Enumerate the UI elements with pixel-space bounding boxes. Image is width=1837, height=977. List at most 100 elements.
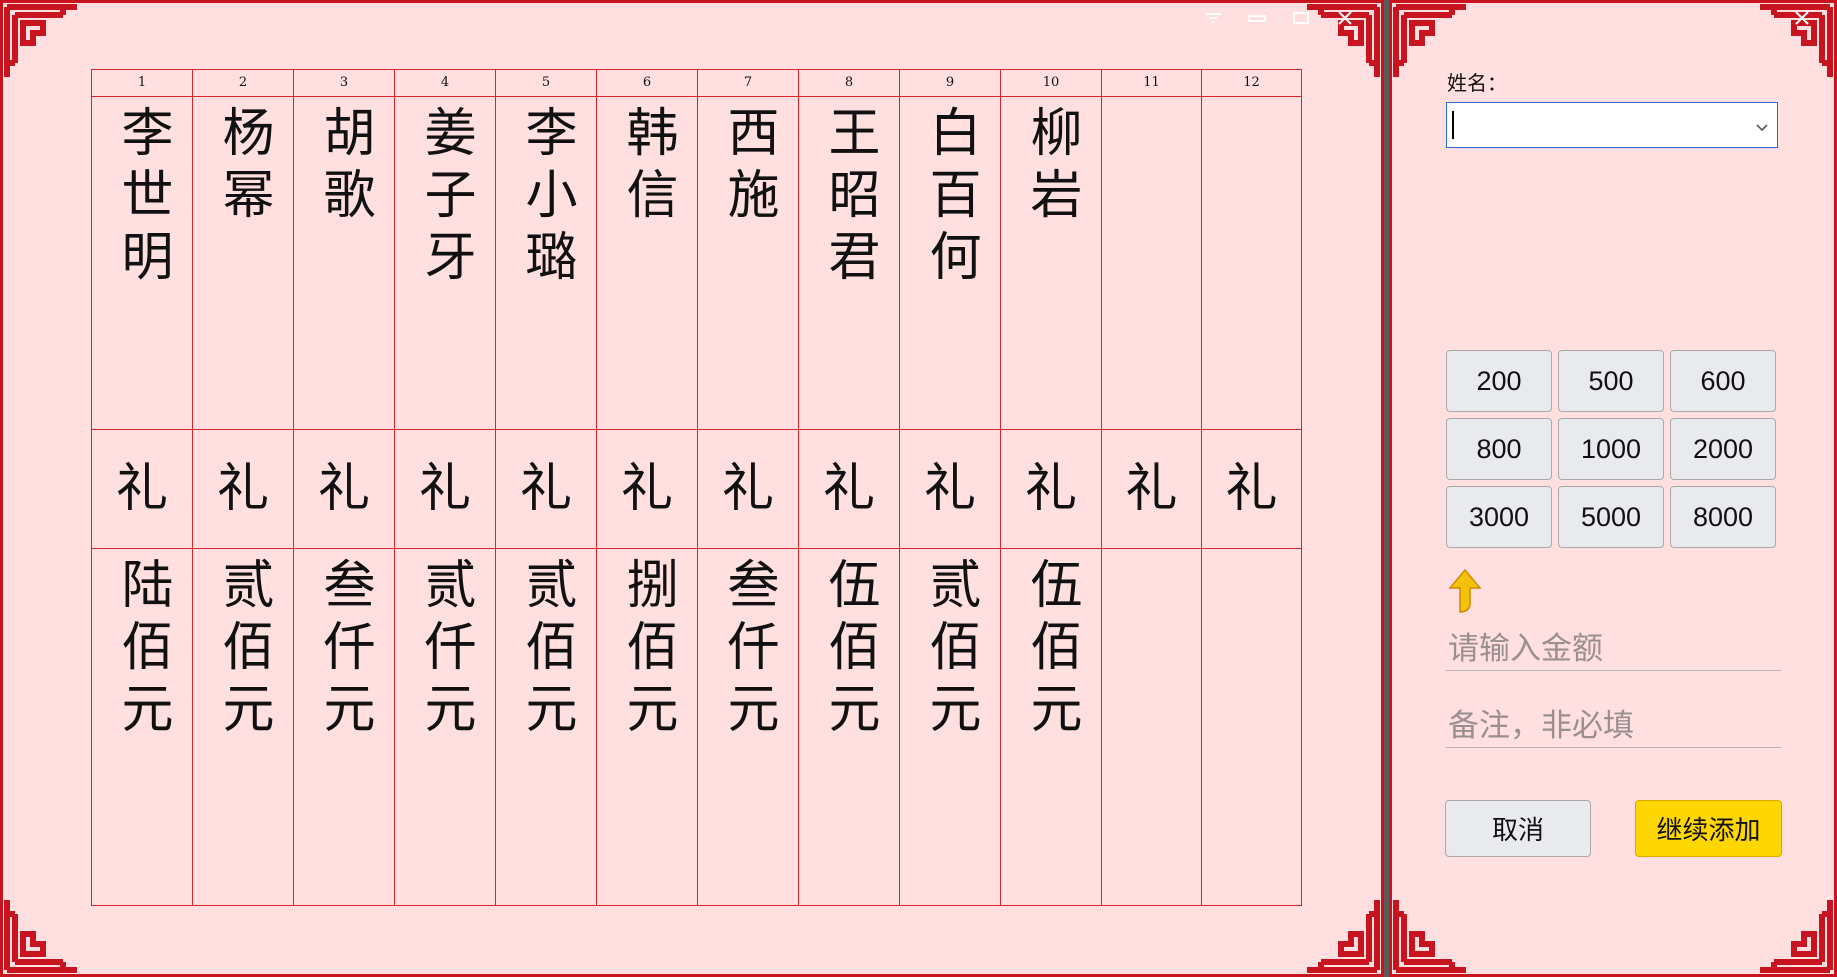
amount-cell: 贰佰元 <box>495 548 597 906</box>
amount-cell: 伍佰元 <box>798 548 900 906</box>
guest-name: 韩信 <box>617 105 677 229</box>
window-controls <box>1191 5 1367 31</box>
gift-amount-text: 贰仟元 <box>415 557 475 743</box>
name-cell <box>1201 96 1302 430</box>
gift-amount-text: 叁仟元 <box>314 557 374 743</box>
guest-name: 王昭君 <box>819 105 879 291</box>
gift-row: 礼礼礼礼礼礼礼礼礼礼礼礼 <box>91 429 1302 549</box>
guest-name: 姜子牙 <box>415 105 475 291</box>
amount-row: 陆佰元 贰佰元 叁仟元 贰仟元 贰佰元 捌佰元 叁仟元 伍佰元 贰佰元 伍佰元 <box>91 548 1302 906</box>
name-label: 姓名： <box>1447 71 1507 95</box>
gift-cell: 礼 <box>1000 429 1102 549</box>
gift-amount-text: 叁仟元 <box>718 557 778 743</box>
gift-cell: 礼 <box>697 429 799 549</box>
amount-cell: 贰仟元 <box>394 548 496 906</box>
name-cell: 李小璐 <box>495 96 597 430</box>
quick-amount-button[interactable]: 600 <box>1670 350 1776 412</box>
ledger-window: 1 2 3 4 5 6 7 8 9 10 11 12 李世明 杨幂 胡歌 姜子牙 李小璐 韩信 西施 王昭君 白百何柳… <box>0 0 1384 977</box>
close-icon[interactable] <box>1780 5 1824 31</box>
corner-ornament-icon <box>1754 894 1834 974</box>
gift-amount-text: 捌佰元 <box>617 557 677 743</box>
pin-icon[interactable] <box>1191 5 1235 31</box>
entry-panel-window: 姓名： 20050060080010002000300050008000 取消 … <box>1389 0 1837 977</box>
gift-cell: 礼 <box>495 429 597 549</box>
name-cell <box>1101 96 1202 430</box>
column-number-cell: 8 <box>798 69 900 97</box>
gift-cell: 礼 <box>798 429 900 549</box>
quick-amount-button[interactable]: 2000 <box>1670 418 1776 480</box>
amount-cell: 陆佰元 <box>91 548 193 906</box>
amount-cell: 贰佰元 <box>899 548 1001 906</box>
column-number-cell: 11 <box>1101 69 1202 97</box>
corner-ornament-icon <box>1392 894 1472 974</box>
guest-name: 柳岩 <box>1021 105 1081 229</box>
gift-ledger-table: 1 2 3 4 5 6 7 8 9 10 11 12 李世明 杨幂 胡歌 姜子牙 李小璐 韩信 西施 王昭君 白百何柳… <box>91 69 1302 906</box>
gift-cell: 礼 <box>899 429 1001 549</box>
gift-cell: 礼 <box>1101 429 1202 549</box>
column-number-cell: 2 <box>192 69 294 97</box>
amount-cell: 捌佰元 <box>596 548 698 906</box>
quick-amount-button[interactable]: 200 <box>1446 350 1552 412</box>
name-cell: 韩信 <box>596 96 698 430</box>
gift-cell: 礼 <box>293 429 395 549</box>
quick-amount-grid: 200 500 600 800 1000 2000 3000 5000 8000 <box>1446 350 1779 548</box>
name-row: 李世明 杨幂 胡歌 姜子牙 李小璐 韩信 西施 王昭君 白百何 柳岩 <box>91 96 1302 430</box>
column-number-cell: 3 <box>293 69 395 97</box>
arrow-up-icon <box>1448 568 1482 618</box>
quick-amount-button[interactable]: 800 <box>1446 418 1552 480</box>
amount-cell: 叁仟元 <box>293 548 395 906</box>
cancel-button[interactable]: 取消 <box>1445 800 1591 857</box>
gift-amount-text: 贰佰元 <box>920 557 980 743</box>
quick-amount-button[interactable]: 1000 <box>1558 418 1664 480</box>
minimize-icon[interactable] <box>1235 5 1279 31</box>
gift-amount-text: 陆佰元 <box>112 557 172 743</box>
column-number-cell: 12 <box>1201 69 1302 97</box>
name-cell: 王昭君 <box>798 96 900 430</box>
gift-cell: 礼 <box>91 429 193 549</box>
column-number-cell: 5 <box>495 69 597 97</box>
gift-amount-text: 伍佰元 <box>819 557 879 743</box>
name-combobox[interactable] <box>1446 102 1778 148</box>
gift-amount-text: 贰佰元 <box>516 557 576 743</box>
gift-cell: 礼 <box>1201 429 1302 549</box>
guest-name: 西施 <box>718 105 778 229</box>
name-cell: 西施 <box>697 96 799 430</box>
column-number-row: 1 2 3 4 5 6 7 8 9 10 11 12 <box>91 69 1302 97</box>
column-number-cell: 10 <box>1000 69 1102 97</box>
guest-name: 杨幂 <box>213 105 273 229</box>
corner-ornament-icon <box>3 3 83 83</box>
column-number-cell: 4 <box>394 69 496 97</box>
gift-amount-text: 贰佰元 <box>213 557 273 743</box>
window-controls <box>1780 5 1824 31</box>
corner-ornament-icon <box>1301 894 1381 974</box>
guest-name: 胡歌 <box>314 105 374 229</box>
corner-ornament-icon <box>3 894 83 974</box>
name-cell: 李世明 <box>91 96 193 430</box>
text-caret <box>1452 111 1454 139</box>
continue-add-button[interactable]: 继续添加 <box>1635 800 1782 857</box>
column-number-cell: 1 <box>91 69 193 97</box>
amount-cell: 伍佰元 <box>1000 548 1102 906</box>
name-cell: 柳岩 <box>1000 96 1102 430</box>
gift-cell: 礼 <box>394 429 496 549</box>
maximize-icon[interactable] <box>1279 5 1323 31</box>
quick-amount-button[interactable]: 3000 <box>1446 486 1552 548</box>
column-number-cell: 9 <box>899 69 1001 97</box>
quick-amount-button[interactable]: 500 <box>1558 350 1664 412</box>
amount-cell: 贰佰元 <box>192 548 294 906</box>
quick-amount-button[interactable]: 5000 <box>1558 486 1664 548</box>
amount-cell <box>1101 548 1202 906</box>
name-cell: 白百何 <box>899 96 1001 430</box>
column-number-cell: 6 <box>596 69 698 97</box>
chevron-down-icon[interactable] <box>1755 118 1769 137</box>
amount-cell <box>1201 548 1302 906</box>
name-cell: 胡歌 <box>293 96 395 430</box>
name-cell: 姜子牙 <box>394 96 496 430</box>
close-icon[interactable] <box>1323 5 1367 31</box>
amount-input[interactable] <box>1446 627 1781 671</box>
amount-cell: 叁仟元 <box>697 548 799 906</box>
gift-amount-text: 伍佰元 <box>1021 557 1081 743</box>
column-number-cell: 7 <box>697 69 799 97</box>
quick-amount-button[interactable]: 8000 <box>1670 486 1776 548</box>
remark-input[interactable] <box>1446 704 1781 748</box>
